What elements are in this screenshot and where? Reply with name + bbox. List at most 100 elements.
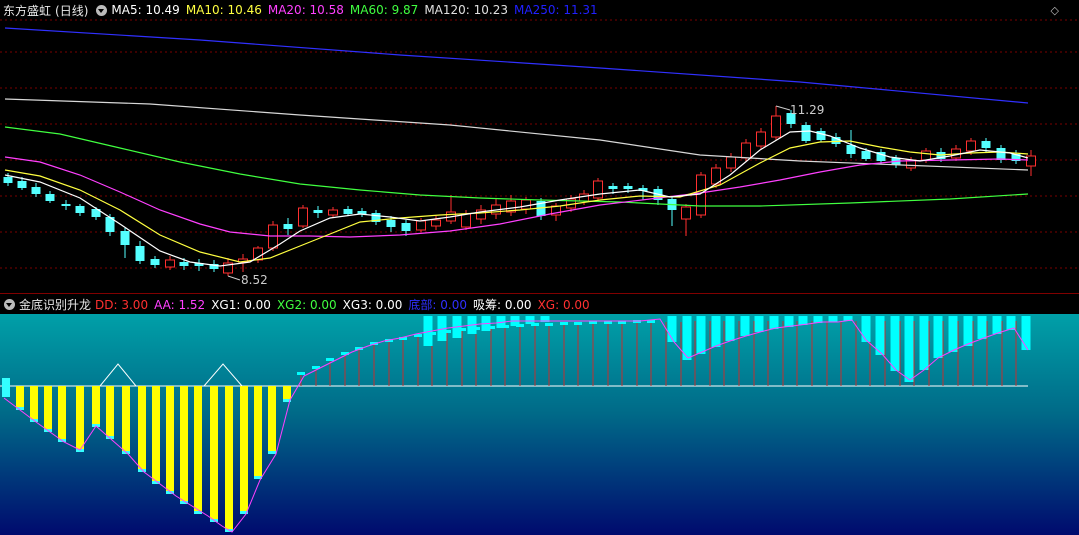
legend-item: DD: 3.00 xyxy=(95,297,149,312)
legend-item: XG: 0.00 xyxy=(537,297,590,312)
candle-body xyxy=(461,213,471,228)
yellow-bar xyxy=(44,386,52,432)
indicator-background xyxy=(0,314,1079,535)
cyan-cap xyxy=(560,322,568,325)
yellow-bar xyxy=(122,386,130,454)
yellow-bar xyxy=(268,386,276,454)
candle-body xyxy=(135,246,145,261)
candle-body xyxy=(150,259,160,265)
indicator-name: 金底识别升龙 xyxy=(19,297,92,312)
candle-body xyxy=(981,141,991,148)
cyan-bar xyxy=(740,316,750,336)
legend-item: XG1: 0.00 xyxy=(211,297,271,312)
yellow-bar xyxy=(180,386,188,504)
cyan-bar xyxy=(861,316,871,342)
candle-body xyxy=(771,115,781,138)
ma250-line xyxy=(4,27,1029,104)
cyan-bar xyxy=(725,316,735,341)
cyan-cap xyxy=(297,372,305,375)
candle-body xyxy=(298,207,308,227)
legend-item: AA: 1.52 xyxy=(154,297,206,312)
bar-tip xyxy=(2,378,10,396)
candle-body xyxy=(696,174,706,216)
cyan-bar xyxy=(992,316,1002,334)
candle-body xyxy=(45,194,55,201)
collapse-icon[interactable] xyxy=(4,298,15,310)
candle-body xyxy=(921,150,931,161)
yellow-bar xyxy=(138,386,146,472)
low-price-label: 8.52 xyxy=(241,273,268,287)
cyan-bar xyxy=(919,316,929,370)
candle-body xyxy=(593,180,603,199)
legend-item: XG2: 0.00 xyxy=(276,297,337,312)
candle-body xyxy=(328,209,338,216)
cyan-bar xyxy=(784,316,794,327)
price-chart-panel[interactable]: 东方盛虹 (日线) MA5: 10.49 MA10: 10.46 MA20: 10.… xyxy=(0,0,1079,293)
candle-body xyxy=(579,193,589,202)
high-pointer xyxy=(775,105,791,111)
candle-body xyxy=(996,148,1006,160)
yellow-bar xyxy=(166,386,174,494)
low-pointer xyxy=(227,275,241,281)
indicator-header: 金底识别升龙 DD: 3.00 AA: 1.52 XG1: 0.00 XG2: 0.0… xyxy=(0,294,1079,314)
candle-body xyxy=(623,186,633,189)
yellow-bar xyxy=(152,386,160,484)
candle-body xyxy=(431,219,441,227)
yellow-bar xyxy=(30,386,38,422)
cyan-bar xyxy=(904,316,914,382)
cyan-cap xyxy=(326,358,334,361)
candle-body xyxy=(401,223,411,231)
candle-body xyxy=(283,224,293,229)
cyan-cap xyxy=(545,323,553,326)
yellow-bar xyxy=(92,386,100,427)
yellow-bar xyxy=(76,386,84,452)
candle-body xyxy=(966,140,976,152)
cyan-bar xyxy=(828,316,838,322)
yellow-bar xyxy=(225,386,233,532)
candle-body xyxy=(75,206,85,213)
candle-body xyxy=(681,206,691,220)
yellow-bar xyxy=(16,386,24,410)
cyan-bar xyxy=(933,316,943,358)
cyan-bar xyxy=(711,316,721,347)
candle-body xyxy=(801,125,811,141)
cyan-bar xyxy=(1021,316,1031,350)
price-plot[interactable]: 11.29 8.52 xyxy=(0,0,1079,293)
indicator-legend: DD: 3.00 AA: 1.52 XG1: 0.00 XG2: 0.00 XG3: 0… xyxy=(95,296,596,313)
candle-body xyxy=(61,204,71,206)
candle-body xyxy=(17,181,27,188)
cyan-bar xyxy=(963,316,973,346)
yellow-bar xyxy=(194,386,202,514)
legend-item: 吸筹: 0.00 xyxy=(472,297,532,312)
ma60-line xyxy=(4,126,1029,207)
candle-body xyxy=(521,199,531,210)
candle-body xyxy=(343,209,353,214)
cyan-bar xyxy=(977,316,987,339)
indicator-plot xyxy=(0,314,1079,535)
yellow-bar xyxy=(254,386,262,479)
candle-body xyxy=(756,131,766,147)
candle-body xyxy=(861,151,871,159)
cyan-bar xyxy=(948,316,958,352)
cyan-bar xyxy=(798,316,808,325)
candle-body xyxy=(741,142,751,159)
cyan-bar xyxy=(890,316,900,371)
candle-body xyxy=(726,156,736,169)
high-price-label: 11.29 xyxy=(790,103,824,117)
legend-item: XG3: 0.00 xyxy=(342,297,403,312)
yellow-bar xyxy=(240,386,248,514)
cyan-bar xyxy=(754,316,764,332)
legend-item: 底部: 0.00 xyxy=(408,297,467,312)
indicator-panel[interactable]: 金底识别升龙 DD: 3.00 AA: 1.52 XG1: 0.00 XG2: 0.0… xyxy=(0,294,1079,535)
ma120-line xyxy=(4,98,1029,171)
candle-body xyxy=(179,262,189,266)
bar-tip xyxy=(268,451,276,454)
yellow-bar xyxy=(58,386,66,442)
candle-body xyxy=(3,177,13,183)
cyan-bar xyxy=(696,316,706,354)
candle-body xyxy=(313,210,323,213)
ma20-line xyxy=(4,156,1029,238)
candle-body xyxy=(120,231,130,245)
candle-body xyxy=(253,247,263,261)
candle-body xyxy=(416,220,426,231)
